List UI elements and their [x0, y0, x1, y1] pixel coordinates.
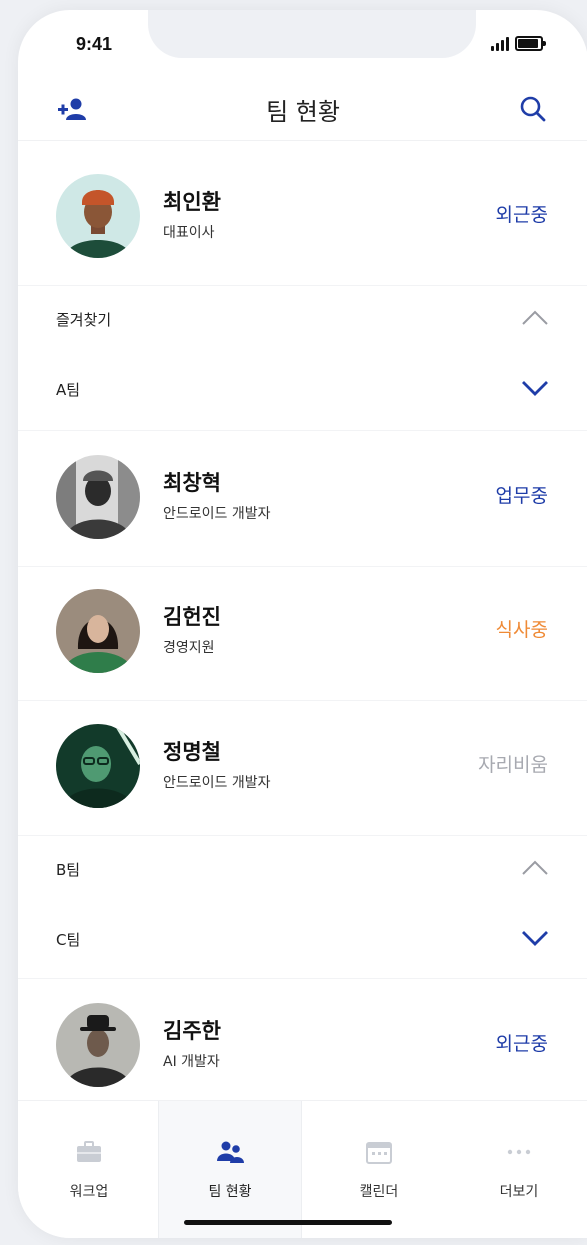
team-icon — [217, 1141, 244, 1163]
group-label: 즐겨찾기 — [56, 311, 112, 329]
member-role: AI 개발자 — [163, 1054, 220, 1070]
group-header-a-team[interactable]: A팀 — [18, 355, 587, 425]
phone-frame: 9:41 팀 현황 최인환 대표이사 외근중 즐겨찾기 A팀 최창혁 안드로이드… — [18, 10, 587, 1238]
avatar — [56, 724, 140, 808]
tab-workup[interactable]: 워크업 — [18, 1101, 160, 1238]
signal-icon — [491, 36, 509, 51]
status-label: 외근중 — [495, 1033, 548, 1055]
avatar — [56, 174, 140, 258]
member-row[interactable]: 김주한 AI 개발자 외근중 — [18, 978, 587, 1115]
member-row[interactable]: 정명철 안드로이드 개발자 자리비움 — [18, 700, 587, 836]
group-label: C팀 — [56, 931, 81, 949]
member-name: 정명철 — [163, 740, 221, 764]
member-role: 안드로이드 개발자 — [163, 775, 271, 791]
member-name: 김주한 — [163, 1019, 221, 1043]
group-header-c-team[interactable]: C팀 — [18, 905, 587, 975]
group-label: B팀 — [56, 861, 81, 879]
member-role: 경영지원 — [163, 640, 215, 656]
chevron-up-icon[interactable] — [520, 307, 550, 329]
briefcase-icon — [77, 1141, 101, 1162]
bottom-tab-bar: 워크업 팀 현황 캘린더 더보기 — [18, 1100, 587, 1238]
status-label: 업무중 — [495, 485, 548, 507]
member-role: 대표이사 — [163, 225, 215, 241]
member-name: 김헌진 — [163, 605, 221, 629]
status-time: 9:41 — [76, 34, 113, 54]
status-bar: 9:41 — [76, 34, 546, 58]
tab-label: 워크업 — [69, 1184, 109, 1200]
tab-label: 더보기 — [499, 1184, 539, 1200]
group-header-b-team[interactable]: B팀 — [18, 835, 587, 905]
more-icon — [507, 1149, 531, 1155]
tab-more[interactable]: 더보기 — [448, 1101, 587, 1238]
avatar — [56, 1003, 140, 1087]
status-label: 식사중 — [495, 619, 548, 641]
tab-label: 팀 현황 — [208, 1184, 252, 1200]
status-label: 외근중 — [495, 204, 548, 226]
member-role: 안드로이드 개발자 — [163, 506, 271, 522]
avatar — [56, 455, 140, 539]
tab-team-status[interactable]: 팀 현황 — [158, 1101, 302, 1238]
battery-icon — [515, 36, 546, 51]
member-name: 최인환 — [163, 190, 221, 214]
chevron-up-icon[interactable] — [520, 857, 550, 879]
chevron-down-icon[interactable] — [520, 377, 550, 399]
group-header-favorites[interactable]: 즐겨찾기 — [18, 285, 587, 355]
tab-label: 캘린더 — [359, 1184, 399, 1200]
member-row[interactable]: 최창혁 안드로이드 개발자 업무중 — [18, 430, 587, 567]
status-label: 자리비움 — [478, 754, 548, 776]
home-indicator — [184, 1220, 392, 1225]
tab-calendar[interactable]: 캘린더 — [308, 1101, 450, 1238]
group-label: A팀 — [56, 381, 81, 399]
page-title: 팀 현황 — [266, 98, 340, 126]
calendar-icon — [366, 1142, 392, 1164]
chevron-down-icon[interactable] — [520, 927, 550, 949]
avatar — [56, 589, 140, 673]
member-row[interactable]: 김헌진 경영지원 식사중 — [18, 565, 587, 701]
search-icon[interactable] — [518, 94, 548, 124]
status-icons — [491, 36, 546, 51]
member-name: 최창혁 — [163, 471, 221, 495]
my-profile-row[interactable]: 최인환 대표이사 외근중 — [18, 150, 587, 286]
app-header: 팀 현황 — [18, 78, 587, 141]
